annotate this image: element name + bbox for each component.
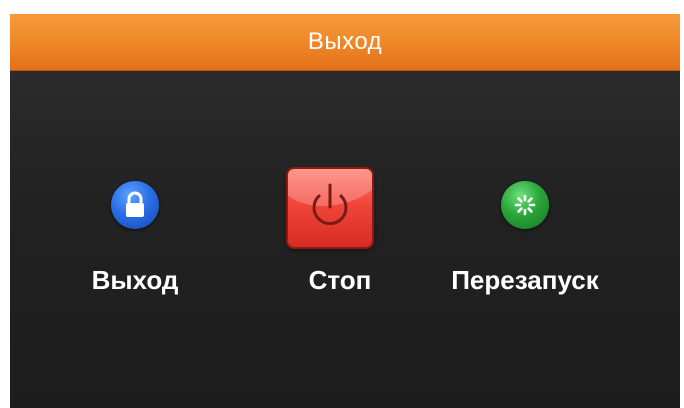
restart-label: Перезапуск [451,265,599,295]
power-icon [312,183,348,226]
stop-option[interactable]: Стоп [270,169,410,311]
lock-icon [111,181,159,229]
logout-label: Выход [91,265,179,295]
title-bar: Выход [10,14,680,71]
restart-option[interactable]: Перезапуск [425,181,625,311]
dialog-title: Выход [307,28,383,55]
shutdown-dialog: Выход Выход Стоп Перезапуск [10,14,680,408]
options-panel: Выход Стоп Перезапуск [10,71,680,408]
stop-label: Стоп [308,265,372,295]
logout-option[interactable]: Выход [60,181,210,311]
power-button[interactable] [288,169,372,247]
restart-icon [501,181,549,229]
